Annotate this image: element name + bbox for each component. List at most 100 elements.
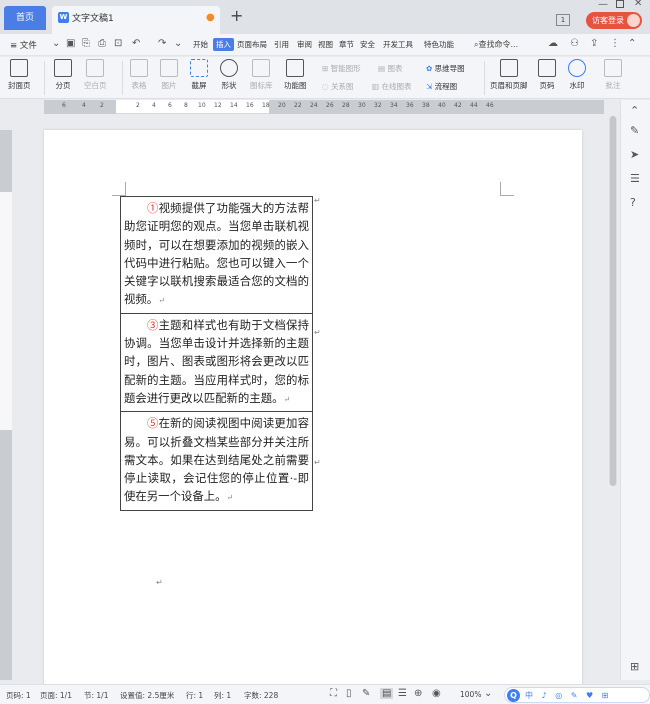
menu-security[interactable]: 安全 xyxy=(360,39,375,50)
ribbon-divider xyxy=(122,61,123,95)
header-footer-button[interactable]: 页眉和页脚 xyxy=(490,59,528,91)
new-tab-button[interactable]: + xyxy=(230,8,243,24)
adjust-settings-icon[interactable]: ☰ xyxy=(630,172,640,185)
shape-button[interactable]: 形状 xyxy=(220,59,238,91)
scrollbar-thumb[interactable] xyxy=(610,116,616,486)
table-cell[interactable]: ①视频提供了功能强大的方法帮助您证明您的观点。当您单击联机视频时，可以在想要添加… xyxy=(121,197,312,314)
status-column[interactable]: 列: 1 xyxy=(214,690,231,701)
command-search[interactable]: ⌕查找命令... xyxy=(474,39,518,50)
outline-view-icon[interactable]: ☰ xyxy=(398,688,407,699)
collaborate-icon[interactable]: ⚇ xyxy=(570,38,579,49)
table-cell[interactable]: ⑤在新的阅读视图中阅读更加容易。可以折叠文档某些部分并关注所需文本。如果在达到结… xyxy=(121,412,312,509)
status-section[interactable]: 节: 1/1 xyxy=(84,690,108,701)
status-word-count[interactable]: 字数: 228 xyxy=(244,690,278,701)
export-pdf-icon[interactable]: ⎘ xyxy=(82,38,90,49)
menu-insert[interactable]: 插入 xyxy=(213,38,234,51)
ruler-number: 6 xyxy=(168,102,172,109)
ime-toolbar[interactable]: Q 中 ♪ ◎ ✎ ♥ ⊞ xyxy=(504,687,650,703)
screenshot-button[interactable]: 截屏 xyxy=(190,59,208,91)
cell-number: ① xyxy=(146,201,159,215)
page-break-button[interactable]: 分页 xyxy=(54,59,72,91)
comment-icon xyxy=(604,59,622,77)
save-icon[interactable]: ▣ xyxy=(66,38,75,49)
tab-document[interactable]: W 文字文稿1 ● xyxy=(52,6,220,34)
customize-icon[interactable]: ⌄ xyxy=(174,38,182,49)
blank-page-button[interactable]: 空白页 xyxy=(84,59,107,91)
page-number-icon xyxy=(538,59,556,77)
comment-button[interactable]: 批注 xyxy=(604,59,622,91)
mind-map-button[interactable]: ✿ 思维导图 xyxy=(426,63,465,74)
icon-library-button[interactable]: 图标库 xyxy=(250,59,273,91)
zoom-level[interactable]: 100% xyxy=(460,690,481,699)
redo-icon[interactable]: ↷ xyxy=(158,38,166,49)
page-number-button[interactable]: 页码 xyxy=(538,59,556,91)
menu-home[interactable]: 开始 xyxy=(193,39,208,50)
text-table[interactable]: ①视频提供了功能强大的方法帮助您证明您的观点。当您单击联机视频时，可以在想要添加… xyxy=(120,196,313,511)
cover-page-icon xyxy=(10,59,29,77)
document-page[interactable]: ①视频提供了功能强大的方法帮助您证明您的观点。当您单击联机视频时，可以在想要添加… xyxy=(44,130,582,690)
visitor-login-button[interactable]: 访客登录 xyxy=(586,12,642,29)
vertical-ruler[interactable] xyxy=(0,130,12,680)
menu-features[interactable]: 特色功能 xyxy=(424,39,454,50)
menu-page-layout[interactable]: 页面布局 xyxy=(237,39,267,50)
edit-pen-icon[interactable]: ✎ xyxy=(630,124,639,137)
ruler-margin-right xyxy=(269,100,604,114)
table-button[interactable]: 表格 xyxy=(130,59,148,91)
status-page-number[interactable]: 页码: 1 xyxy=(6,690,31,701)
relation-chart-button[interactable]: ◌ 关系图 xyxy=(322,81,353,92)
function-chart-icon xyxy=(286,59,305,77)
zoom-dropdown-icon[interactable]: ⌄ xyxy=(484,688,492,699)
collapse-up-icon[interactable]: ⌃ xyxy=(630,104,639,117)
menu-developer[interactable]: 开发工具 xyxy=(383,39,413,50)
print-preview-icon[interactable]: ⊡ xyxy=(114,38,122,49)
menu-view[interactable]: 视图 xyxy=(318,39,333,50)
blank-page-label: 空白页 xyxy=(84,81,107,90)
watermark-button[interactable]: 水印 xyxy=(568,59,586,91)
status-setting[interactable]: 设置值: 2.5厘米 xyxy=(120,690,174,701)
smart-shape-button[interactable]: ⊞ 智能图形 xyxy=(322,63,361,74)
apps-grid-icon[interactable]: ⊞ xyxy=(630,660,639,673)
vertical-scrollbar[interactable] xyxy=(609,116,617,486)
paragraph-mark: ↵ xyxy=(156,578,163,587)
maximize-icon[interactable] xyxy=(616,0,624,8)
relation-chart-icon: ◌ xyxy=(322,82,331,91)
more-icon[interactable]: ⋮ xyxy=(610,38,620,49)
ime-options[interactable]: 中 ♪ ◎ ✎ ♥ ⊞ xyxy=(525,690,611,701)
file-menu[interactable]: ≡ 文件 xyxy=(10,39,37,51)
online-chart-button[interactable]: ▥ 在线图表 xyxy=(372,81,411,92)
ruler-number: 26 xyxy=(326,102,334,109)
fullscreen-icon[interactable]: ⛶ xyxy=(330,688,337,699)
menu-references[interactable]: 引用 xyxy=(274,39,289,50)
picture-button[interactable]: 图片 xyxy=(160,59,178,91)
collapse-ribbon-icon[interactable]: ⌃ xyxy=(628,38,636,49)
ime-logo-icon: Q xyxy=(507,689,520,702)
print-icon[interactable]: ⎙ xyxy=(98,38,106,49)
undo-icon[interactable]: ↶ xyxy=(132,38,140,49)
cursor-select-icon[interactable]: ➤ xyxy=(630,148,639,161)
help-icon[interactable]: ? xyxy=(630,196,636,209)
web-view-icon[interactable]: ⊕ xyxy=(414,688,422,699)
write-mode-icon[interactable]: ✎ xyxy=(362,688,370,699)
close-icon[interactable]: ✕ xyxy=(634,0,642,9)
horizontal-ruler[interactable]: 6 4 2 2 4 6 8 10 12 14 16 18 20 22 24 26… xyxy=(44,100,604,114)
menu-review[interactable]: 审阅 xyxy=(297,39,312,50)
table-cell[interactable]: ③主题和样式也有助于文档保持协调。当您单击设计并选择新的主题时，图片、图表或图形… xyxy=(121,314,312,413)
function-chart-button[interactable]: 功能图 xyxy=(284,59,307,91)
status-line[interactable]: 行: 1 xyxy=(186,690,203,701)
read-mode-icon[interactable]: ▯ xyxy=(346,688,352,699)
chevron-down-icon[interactable]: ⌄ xyxy=(52,38,60,49)
eye-protect-icon[interactable]: ◉ xyxy=(432,688,441,699)
chart-button[interactable]: ▤ 图表 xyxy=(378,63,402,74)
cloud-icon[interactable]: ☁ xyxy=(548,38,558,49)
chart-label: 图表 xyxy=(387,64,403,73)
page-view-icon[interactable]: ▤ xyxy=(380,688,394,699)
tab-home[interactable]: 首页 xyxy=(4,6,46,30)
share-icon[interactable]: ⇪ xyxy=(590,38,598,49)
status-pages[interactable]: 页面: 1/1 xyxy=(40,690,72,701)
cover-page-button[interactable]: 封面页 xyxy=(8,59,31,91)
menu-section[interactable]: 章节 xyxy=(339,39,354,50)
page-number-label: 页码 xyxy=(539,81,555,90)
window-count-badge[interactable]: 1 xyxy=(556,14,570,26)
flowchart-button[interactable]: ⇲ 流程图 xyxy=(426,81,457,92)
minimize-icon[interactable]: — xyxy=(598,0,608,10)
